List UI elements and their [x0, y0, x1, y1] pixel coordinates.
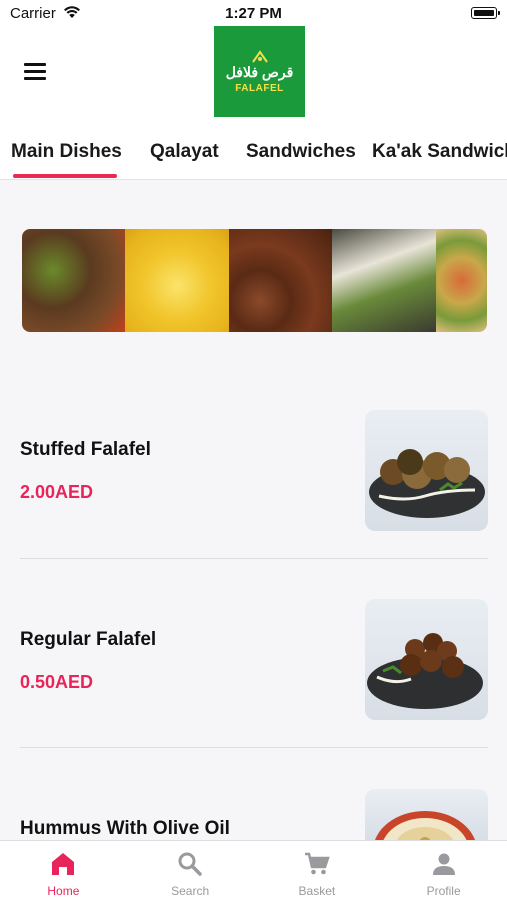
battery-icon [471, 7, 500, 19]
banner-image-sauce [125, 229, 229, 332]
item-name: Hummus With Olive Oil [20, 818, 230, 839]
nav-home[interactable]: Home [0, 841, 127, 901]
item-image [365, 599, 488, 720]
tab-sandwiches[interactable]: Sandwiches [246, 141, 356, 163]
nav-profile[interactable]: Profile [380, 841, 507, 901]
bottom-navigation: Home Search Basket Profile [0, 840, 507, 901]
tab-qalayat[interactable]: Qalayat [150, 141, 219, 163]
clock: 1:27 PM [225, 5, 282, 22]
nav-label: Search [171, 884, 210, 898]
banner-image-kebab [22, 229, 125, 332]
item-image [365, 410, 488, 531]
item-price: 2.00AED [20, 482, 94, 502]
profile-icon [432, 853, 455, 875]
tab-kaak-sandwich[interactable]: Ka'ak Sandwich [372, 141, 507, 163]
item-name: Stuffed Falafel [20, 439, 151, 460]
nav-label: Home [47, 884, 80, 898]
item-divider [20, 747, 488, 748]
item-price: 0.50AED [20, 672, 94, 692]
search-icon [178, 852, 202, 876]
banner-image-salad [436, 229, 487, 332]
basket-icon [304, 852, 330, 875]
banner-image-wrap [332, 229, 436, 332]
item-divider [20, 558, 488, 559]
nav-basket[interactable]: Basket [254, 841, 381, 901]
logo-text-arabic: قرص فلافل [225, 63, 294, 80]
tab-main-dishes[interactable]: Main Dishes [11, 141, 122, 163]
app-header: قرص فلافل FALAFEL [0, 26, 507, 122]
menu-item[interactable]: Stuffed Falafel 2.00AED [20, 410, 488, 532]
promo-banner[interactable] [22, 229, 487, 332]
home-icon [52, 853, 75, 875]
item-name: Regular Falafel [20, 629, 157, 650]
active-tab-indicator [13, 174, 117, 178]
menu-item[interactable]: Hummus With Olive Oil [20, 789, 488, 840]
logo-text-english: FALAFEL [235, 82, 284, 94]
status-bar: Carrier 1:27 PM [0, 0, 507, 26]
category-tabs: Main Dishes Qalayat Sandwiches Ka'ak San… [0, 122, 507, 180]
nav-search[interactable]: Search [127, 841, 254, 901]
logo-mark-icon [251, 49, 268, 63]
nav-label: Basket [298, 884, 336, 898]
menu-icon[interactable] [24, 63, 46, 81]
brand-logo: قرص فلافل FALAFEL [214, 26, 305, 117]
item-image [365, 789, 488, 840]
banner-image-falafel [229, 229, 332, 332]
menu-item[interactable]: Regular Falafel 0.50AED [20, 599, 488, 721]
nav-label: Profile [426, 884, 461, 898]
